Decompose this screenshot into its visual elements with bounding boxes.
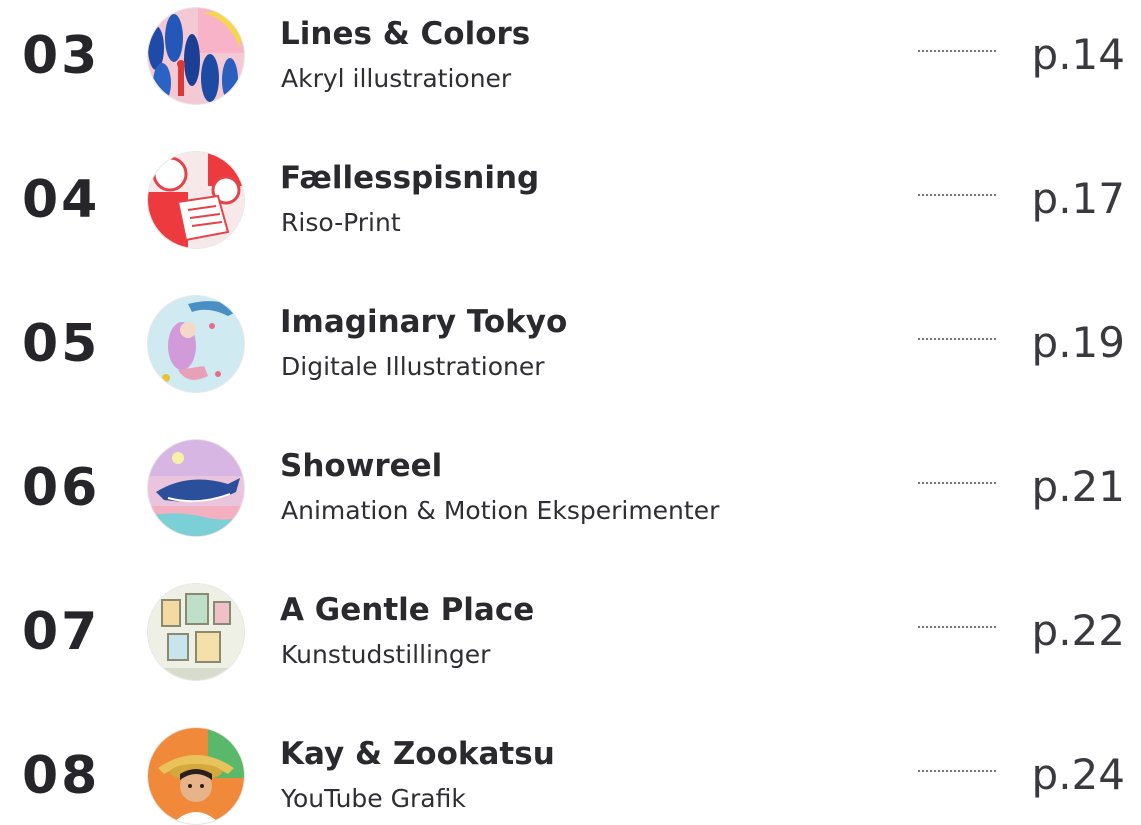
table-of-contents: 03 Lines & Colors Akryl illustrationer p… [0, 0, 1141, 825]
entry-subtitle: YouTube Grafik [281, 784, 466, 813]
entry-thumbnail [148, 440, 244, 536]
digital-illustration-thumbnail [148, 296, 244, 392]
entry-title: Fællesspisning [280, 160, 540, 196]
entry-thumbnail [148, 152, 244, 248]
entry-number: 08 [22, 746, 101, 806]
toc-entry[interactable]: 03 Lines & Colors Akryl illustrationer p… [0, 0, 1141, 120]
entry-title: A Gentle Place [280, 592, 535, 628]
entry-number: 03 [22, 26, 101, 86]
page-number: p.17 [1031, 174, 1125, 223]
entry-number: 04 [22, 170, 101, 230]
entry-subtitle: Riso-Print [281, 208, 401, 237]
entry-title: Kay & Zookatsu [280, 736, 555, 772]
page-number: p.22 [1031, 606, 1125, 655]
entry-thumbnail [148, 8, 244, 104]
page-number: p.14 [1031, 30, 1125, 79]
entry-title: Imaginary Tokyo [280, 304, 568, 340]
entry-subtitle: Digitale Illustrationer [281, 352, 545, 381]
dotted-leader [918, 334, 996, 340]
entry-title: Showreel [280, 448, 443, 484]
entry-title: Lines & Colors [280, 16, 531, 52]
entry-thumbnail [148, 584, 244, 680]
dotted-leader [918, 478, 996, 484]
page-number: p.21 [1031, 462, 1125, 511]
dotted-leader [918, 622, 996, 628]
entry-thumbnail [148, 296, 244, 392]
page-number: p.19 [1031, 318, 1125, 367]
toc-entry[interactable]: 07 A Gentle Place Kunstudstillinger p.22 [0, 576, 1141, 696]
page-number: p.24 [1031, 750, 1125, 799]
entry-subtitle: Kunstudstillinger [281, 640, 491, 669]
acrylic-illustration-thumbnail [148, 8, 244, 104]
dotted-leader [918, 46, 996, 52]
entry-subtitle: Akryl illustrationer [281, 64, 512, 93]
entry-subtitle: Animation & Motion Eksperimenter [281, 496, 720, 525]
whale-animation-thumbnail [148, 440, 244, 536]
entry-number: 06 [22, 458, 101, 518]
toc-entry[interactable]: 06 Showreel Animation & Motion Eksperime… [0, 432, 1141, 552]
toc-entry[interactable]: 05 Imaginary Tokyo Digitale Illustration… [0, 288, 1141, 408]
exhibition-wall-thumbnail [148, 584, 244, 680]
entry-number: 07 [22, 602, 101, 662]
portrait-thumbnail [148, 728, 244, 824]
entry-thumbnail [148, 728, 244, 824]
toc-entry[interactable]: 04 Fællesspisning Riso-Print p.17 [0, 144, 1141, 264]
riso-print-thumbnail [148, 152, 244, 248]
toc-entry[interactable]: 08 Kay & Zookatsu YouTube Grafik p.24 [0, 720, 1141, 825]
entry-number: 05 [22, 314, 101, 374]
dotted-leader [918, 766, 996, 772]
dotted-leader [918, 190, 996, 196]
